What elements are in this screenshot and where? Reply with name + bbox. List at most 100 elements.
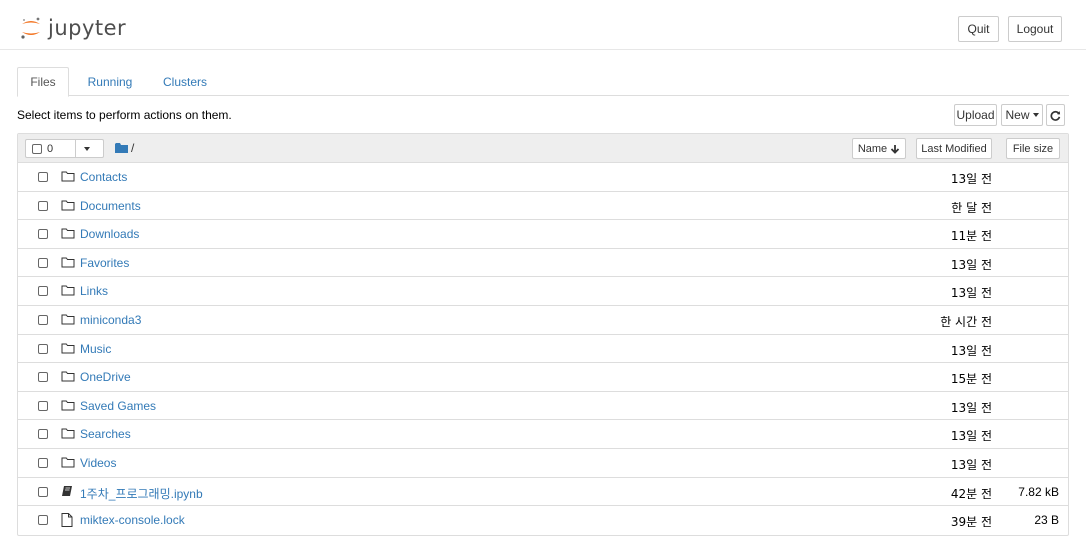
last-modified: 15분 전 [950,372,992,387]
row-checkbox[interactable] [38,314,48,325]
row-checkbox[interactable] [38,257,48,268]
row-checkbox[interactable] [38,372,48,383]
file-name-link[interactable]: Documents [80,199,141,213]
file-row[interactable]: Music 13일 전 [18,335,1068,364]
file-row[interactable]: Saved Games 13일 전 [18,392,1068,421]
last-modified: 13일 전 [950,429,992,444]
file-name-link[interactable]: Favorites [80,256,129,270]
sort-by-name-button[interactable]: Name [852,138,906,159]
folder-icon [115,143,128,153]
row-checkbox[interactable] [38,286,48,297]
file-row[interactable]: Videos 13일 전 [18,449,1068,478]
sort-by-modified-button[interactable]: Last Modified [916,138,992,159]
sort-name-label: Name [857,142,888,155]
file-name-link[interactable]: 1주차_프로그래밍.ipynb [80,485,203,502]
tab-bar: Files Running Clusters [17,67,1069,97]
last-modified: 13일 전 [950,172,992,186]
file-rows: Contacts 13일 전 Documents 한 달 전 Downloads 11분 … [18,163,1068,535]
tab-files[interactable]: Files [17,67,69,97]
file-name-link[interactable]: Downloads [80,227,139,241]
file-row[interactable]: Documents 한 달 전 [18,192,1068,221]
notebook-icon [61,485,75,499]
row-checkbox[interactable] [38,172,48,182]
file-row[interactable]: Downloads 11분 전 [18,220,1068,249]
last-modified: 13일 전 [950,257,992,272]
upload-button[interactable]: Upload [954,104,997,126]
file-name-link[interactable]: Searches [80,427,131,441]
file-row[interactable]: miktex-console.lock 39분 전 23 B [18,506,1068,535]
last-modified: 한 달 전 [951,200,992,215]
file-name-link[interactable]: miniconda3 [80,313,141,327]
row-checkbox[interactable] [38,486,48,497]
file-row[interactable]: Links 13일 전 [18,277,1068,306]
caret-down-icon[interactable] [84,147,90,151]
row-checkbox[interactable] [38,200,48,211]
folder-icon [61,256,75,270]
folder-icon [61,313,75,327]
caret-down-icon [1032,113,1039,117]
row-checkbox[interactable] [38,343,48,354]
file-name-link[interactable]: OneDrive [80,370,131,384]
row-checkbox[interactable] [38,229,48,240]
last-modified: 13일 전 [950,457,992,472]
last-modified: 13일 전 [950,286,992,301]
last-modified: 13일 전 [950,400,992,415]
logout-button[interactable]: Logout [1008,16,1062,42]
tab-clusters[interactable]: Clusters [153,67,217,96]
new-label: New [1005,108,1030,122]
last-modified: 13일 전 [950,343,992,358]
file-row[interactable]: Contacts 13일 전 [18,163,1068,192]
row-checkbox[interactable] [38,457,48,468]
file-row[interactable]: miniconda3 한 시간 전 [18,306,1068,335]
file-row[interactable]: 1주차_프로그래밍.ipynb 42분 전 7.82 kB [18,478,1068,507]
row-checkbox[interactable] [38,515,48,526]
file-name-link[interactable]: Music [80,342,111,356]
header-bar: jupyter Quit Logout [0,0,1086,50]
folder-icon [61,199,75,213]
arrow-down-icon [891,144,900,154]
folder-icon [61,399,75,413]
new-dropdown-button[interactable]: New [1001,104,1043,126]
selected-count: 0 [47,142,54,155]
jupyter-logo[interactable]: jupyter [20,14,126,42]
last-modified: 42분 전 [950,486,992,501]
file-row[interactable]: OneDrive 15분 전 [18,363,1068,392]
row-checkbox[interactable] [38,429,48,440]
jupyter-logo-icon [21,17,40,39]
quit-button[interactable]: Quit [958,16,999,42]
folder-icon [61,370,75,384]
file-icon [61,513,75,528]
folder-icon [61,170,75,184]
breadcrumb[interactable]: / [115,141,134,155]
logo-text: jupyter [48,15,127,40]
file-row[interactable]: Searches 13일 전 [18,420,1068,449]
row-checkbox[interactable] [38,400,48,411]
refresh-icon [1050,110,1061,121]
file-name-link[interactable]: Saved Games [80,399,156,413]
select-all-dropdown[interactable]: 0 [25,139,104,158]
select-all-checkbox[interactable] [32,143,42,154]
folder-icon [61,284,75,298]
folder-icon [61,456,75,470]
file-name-link[interactable]: Contacts [80,170,127,184]
folder-icon [61,342,75,356]
file-size: 7.82 kB [1018,484,1059,499]
last-modified: 39분 전 [950,515,992,530]
folder-icon [61,227,75,241]
tab-running[interactable]: Running [77,67,143,96]
instructions-text: Select items to perform actions on them. [17,108,232,122]
file-list: 0 / Name Last Modified File size Contact… [17,133,1069,536]
file-row[interactable]: Favorites 13일 전 [18,249,1068,278]
sort-by-size-button[interactable]: File size [1006,138,1060,159]
folder-icon [61,427,75,441]
last-modified: 11분 전 [950,229,992,244]
file-name-link[interactable]: Videos [80,456,116,470]
file-name-link[interactable]: Links [80,284,108,298]
file-name-link[interactable]: miktex-console.lock [80,513,185,527]
breadcrumb-path: / [131,141,135,155]
divider [75,140,76,157]
file-size: 23 B [1034,513,1059,528]
last-modified: 한 시간 전 [940,314,992,329]
file-list-header: 0 / Name Last Modified File size [18,134,1068,163]
refresh-button[interactable] [1046,104,1065,126]
